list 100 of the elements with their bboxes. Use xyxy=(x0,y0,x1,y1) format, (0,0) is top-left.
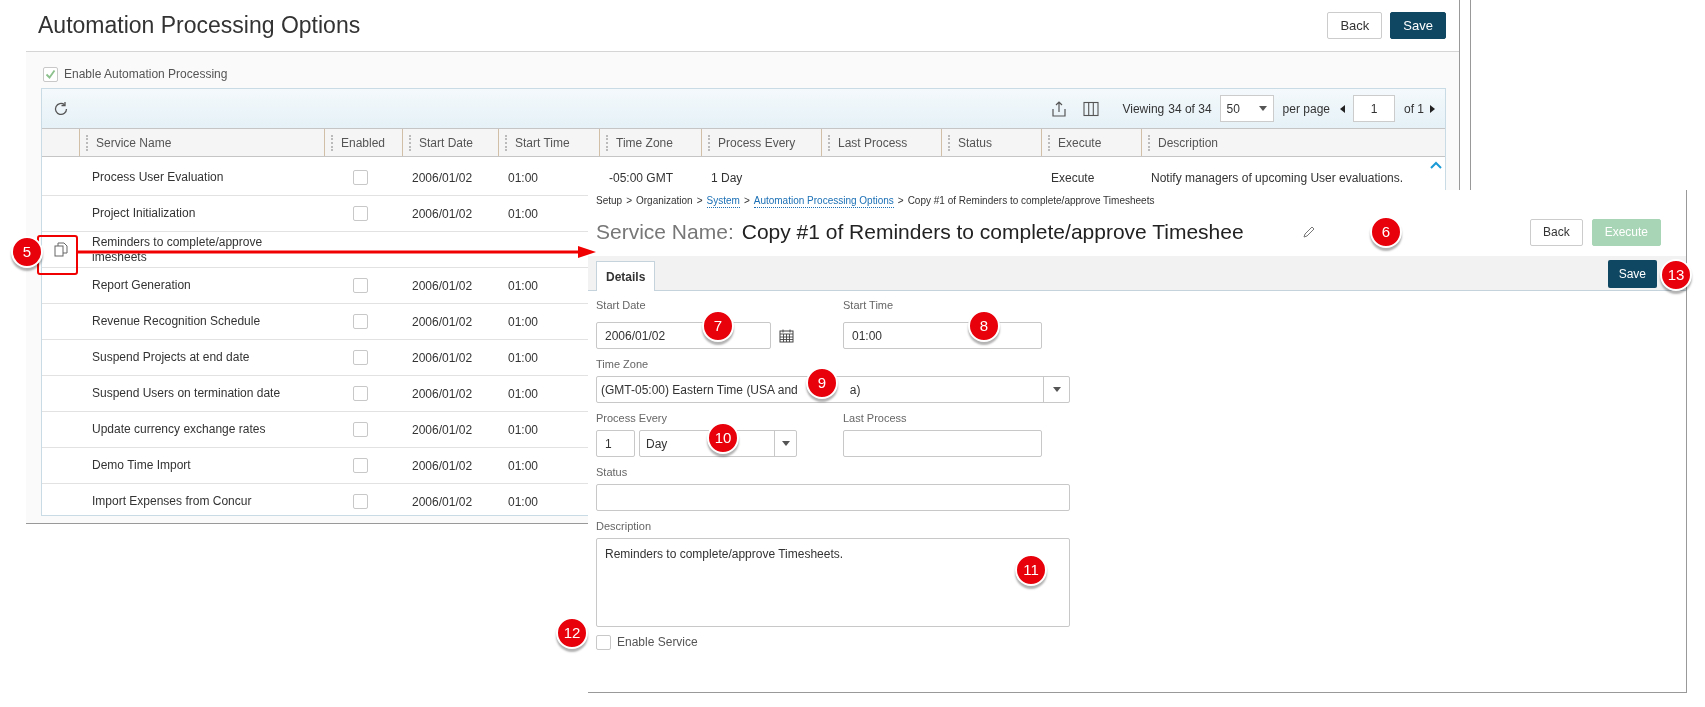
field-label: Start Date xyxy=(596,298,647,313)
checkbox[interactable] xyxy=(353,170,368,185)
field-label: Description xyxy=(596,519,653,534)
back-button[interactable]: Back xyxy=(1529,218,1583,246)
breadcrumb-item: Copy #1 of Reminders to complete/approve Timesheets xyxy=(907,194,1155,208)
breadcrumb-item: Setup xyxy=(596,194,623,208)
table-cell-text: Report Generation xyxy=(92,278,192,293)
breadcrumb-separator: > xyxy=(743,194,750,208)
table-cell[interactable]: Execute xyxy=(1051,168,1095,187)
tab[interactable]: Details xyxy=(596,261,656,291)
page-title: Automation Processing Options xyxy=(38,11,361,41)
export-icon[interactable] xyxy=(1050,99,1069,118)
table-cell-text: 2006/01/02 xyxy=(412,493,473,511)
breadcrumb-link[interactable]: Automation Processing Options xyxy=(753,194,894,208)
caret-icon xyxy=(1052,387,1061,392)
page-count: of 1 xyxy=(1404,100,1424,118)
checkbox[interactable] xyxy=(353,386,368,401)
save-button[interactable]: Save xyxy=(1607,260,1657,288)
per-page-label: per page xyxy=(1282,100,1330,118)
table-cell-text: 01:00 xyxy=(508,385,539,403)
checkbox[interactable] xyxy=(596,634,611,650)
save-button[interactable]: Save xyxy=(1390,12,1446,39)
table-cell-text: -05:00 GMT xyxy=(609,169,674,187)
columns-icon[interactable] xyxy=(1082,99,1101,118)
checkbox[interactable] xyxy=(353,494,368,509)
table-cell-text: 01:00 xyxy=(508,349,539,367)
table-cell-text: 1 Day xyxy=(711,169,743,187)
refresh-icon[interactable] xyxy=(52,99,70,118)
table-cell-text: 2006/01/02 xyxy=(412,313,473,331)
previous-page-icon[interactable] xyxy=(1340,104,1345,113)
table-cell-text: 2006/01/02 xyxy=(412,421,473,439)
table-cell-text: 01:00 xyxy=(508,493,539,511)
column-header[interactable]: Start Date xyxy=(419,133,474,152)
table-cell-text: Suspend Projects at end date xyxy=(92,350,251,365)
checkbox-label: Enable Automation Processing xyxy=(64,66,228,83)
table-cell-text: 2006/01/02 xyxy=(412,277,473,295)
input-field[interactable] xyxy=(843,430,1042,457)
table-cell-text: 2006/01/02 xyxy=(412,169,473,187)
table-cell-text: 2006/01/02 xyxy=(412,457,473,475)
table-cell-text: Process User Evaluation xyxy=(92,170,225,185)
table-cell-text: Notify managers of upcoming User evaluations. xyxy=(1151,169,1404,187)
checkbox[interactable] xyxy=(353,422,368,437)
table-cell-text: Revenue Recognition Schedule xyxy=(92,314,262,329)
column-header[interactable]: Last Process xyxy=(838,133,908,152)
breadcrumb-separator: > xyxy=(897,194,904,208)
count-field[interactable]: 1 xyxy=(596,430,635,457)
checkbox[interactable] xyxy=(353,350,368,365)
table-cell-text: Reminders to complete/approve imesheets xyxy=(92,234,264,265)
field-label: Time Zone xyxy=(596,357,650,372)
table-cell-text: 01:00 xyxy=(508,457,539,475)
calendar-icon[interactable] xyxy=(779,328,794,343)
breadcrumb-item: Organization xyxy=(636,194,693,208)
field-label: Start Time xyxy=(843,298,895,313)
back-button[interactable]: Back xyxy=(1327,12,1383,39)
field-label: Service Name: xyxy=(596,219,734,246)
field-label: Last Process xyxy=(843,411,908,426)
pencil-icon[interactable] xyxy=(1301,225,1316,240)
input-field[interactable] xyxy=(596,484,1070,511)
table-cell-text: Suspend Users on termination date xyxy=(92,386,282,401)
breadcrumb-link[interactable]: System xyxy=(706,194,740,208)
table-cell-text: 01:00 xyxy=(508,205,539,223)
column-header[interactable]: Execute xyxy=(1058,133,1102,152)
callout-badge: 12 xyxy=(556,617,588,649)
callout-badge: 5 xyxy=(11,236,43,268)
per-page-select[interactable]: 50 xyxy=(1219,95,1274,122)
table-cell-text: 2006/01/02 xyxy=(412,385,473,403)
column-header[interactable]: Time Zone xyxy=(616,133,673,152)
checkbox-label: Enable Service xyxy=(617,634,698,651)
table-cell-text: Update currency exchange rates xyxy=(92,422,267,437)
column-header[interactable]: Status xyxy=(958,133,993,152)
breadcrumb-separator: > xyxy=(696,194,703,208)
table-cell-text: 01:00 xyxy=(508,169,539,187)
table-cell-text: Project Initialization xyxy=(92,206,197,221)
record-count: 34 of 34 xyxy=(1168,100,1212,118)
scroll-up-icon[interactable] xyxy=(1430,161,1442,169)
field-label: Process Every xyxy=(596,411,668,426)
field-label: Status xyxy=(596,465,629,480)
copy-icon[interactable] xyxy=(53,242,68,257)
next-page-icon[interactable] xyxy=(1430,104,1435,113)
column-header[interactable]: Process Every xyxy=(718,133,796,152)
table-cell-text: 01:00 xyxy=(508,277,539,295)
caret-icon xyxy=(1258,106,1267,111)
checkbox[interactable] xyxy=(353,458,368,473)
service-name-title: Copy #1 of Reminders to complete/approve Timeshee xyxy=(741,219,1244,246)
column-header[interactable]: Start Time xyxy=(515,133,570,152)
column-header[interactable]: Enabled xyxy=(341,133,386,152)
checkbox[interactable] xyxy=(43,66,58,82)
checkbox[interactable] xyxy=(353,314,368,329)
breadcrumb-separator: > xyxy=(626,194,632,208)
caret-icon xyxy=(781,441,790,446)
column-header[interactable]: Service Name xyxy=(96,133,172,152)
table-cell-text: Demo Time Import xyxy=(92,458,192,473)
viewing-label: Viewing xyxy=(1122,100,1165,118)
checkbox[interactable] xyxy=(353,278,368,293)
table-cell-text: 01:00 xyxy=(508,421,539,439)
table-cell-text: Import Expenses from Concur xyxy=(92,494,253,509)
column-header[interactable]: Description xyxy=(1158,133,1219,152)
checkbox[interactable] xyxy=(353,206,368,221)
table-cell-text: 01:00 xyxy=(508,313,539,331)
page-input[interactable]: 1 xyxy=(1353,95,1395,122)
